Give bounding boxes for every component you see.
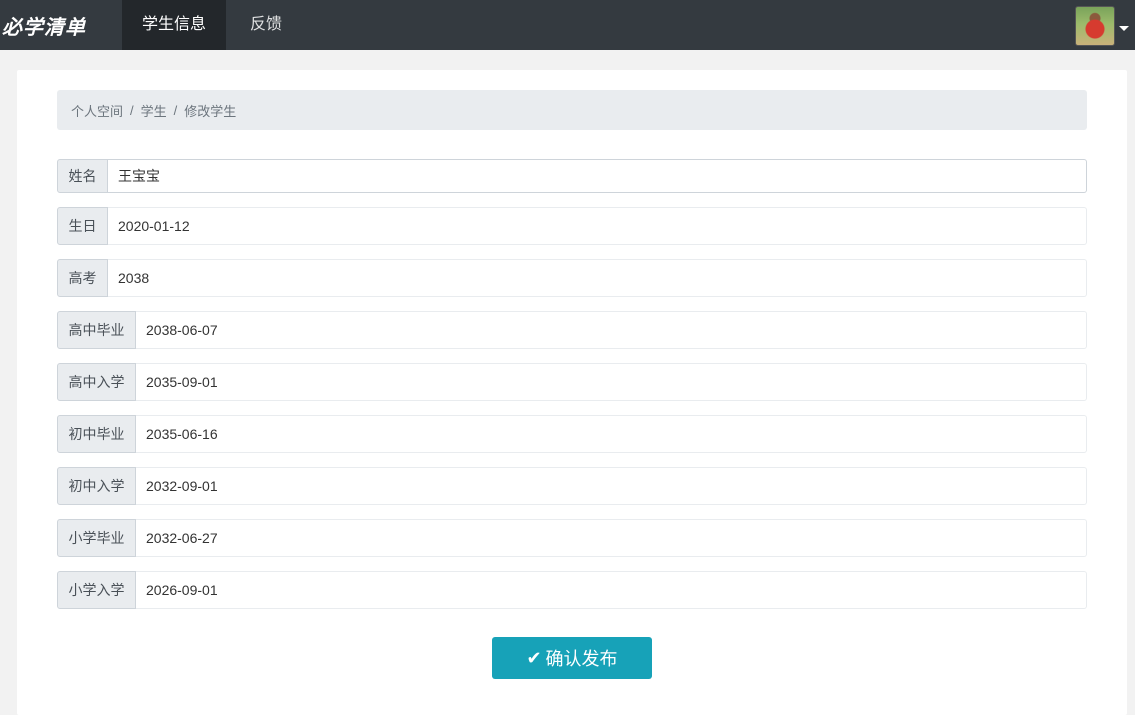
field-label-birthday: 生日 [57,207,108,245]
submit-button[interactable]: ✔ 确认发布 [492,637,652,679]
field-label-primary-school-enrollment: 小学入学 [57,571,136,609]
field-label-name: 姓名 [57,159,108,193]
field-label-middle-school-enrollment: 初中入学 [57,467,136,505]
breadcrumb-separator: / [130,102,134,118]
brand-logo[interactable]: 必学清单 [0,11,122,40]
field-label-middle-school-graduation: 初中毕业 [57,415,136,453]
middle-school-graduation-input[interactable]: 2035-06-16 [136,415,1087,453]
form-row-high-school-graduation: 高中毕业 2038-06-07 [57,311,1087,349]
form-row-middle-school-graduation: 初中毕业 2035-06-16 [57,415,1087,453]
submit-button-label: 确认发布 [545,649,618,669]
primary-school-enrollment-input[interactable]: 2026-09-01 [136,571,1087,609]
breadcrumb-separator: / [173,102,178,118]
form-row-middle-school-enrollment: 初中入学 2032-09-01 [57,467,1087,505]
breadcrumb-item-student[interactable]: 学生 [141,101,167,120]
middle-school-enrollment-input[interactable]: 2032-09-01 [136,467,1087,505]
avatar[interactable] [1075,6,1115,46]
check-icon: ✔ [526,647,542,668]
high-school-graduation-input[interactable]: 2038-06-07 [136,311,1087,349]
field-label-gaokao: 高考 [57,259,108,297]
field-label-primary-school-graduation: 小学毕业 [57,519,136,557]
top-navbar: 必学清单 学生信息 反馈 [0,0,1135,50]
caret-down-icon[interactable] [1119,25,1129,31]
nav-item-student-info[interactable]: 学生信息 [122,0,227,50]
high-school-enrollment-input[interactable]: 2035-09-01 [136,363,1087,401]
form-row-gaokao: 高考 2038 [57,259,1087,297]
primary-school-graduation-input[interactable]: 2032-06-27 [136,519,1087,557]
form-row-high-school-enrollment: 高中入学 2035-09-01 [57,363,1087,401]
gaokao-input[interactable]: 2038 [108,259,1087,297]
form-row-primary-school-graduation: 小学毕业 2032-06-27 [57,519,1087,557]
breadcrumb-item-personal-space[interactable]: 个人空间 [71,101,123,120]
field-label-high-school-graduation: 高中毕业 [57,311,136,349]
user-menu[interactable] [1075,6,1129,46]
main-panel: 个人空间 / 学生 / 修改学生 姓名 王宝宝 生日 2020-01-12 高考… [17,70,1127,715]
form-row-birthday: 生日 2020-01-12 [57,207,1087,245]
birthday-input[interactable]: 2020-01-12 [108,207,1087,245]
form-row-primary-school-enrollment: 小学入学 2026-09-01 [57,571,1087,609]
nav-item-feedback[interactable]: 反馈 [226,0,306,50]
field-label-high-school-enrollment: 高中入学 [57,363,136,401]
name-input[interactable]: 王宝宝 [108,159,1087,193]
form-row-name: 姓名 王宝宝 [57,159,1087,197]
breadcrumb: 个人空间 / 学生 / 修改学生 [57,90,1087,130]
breadcrumb-item-edit-student: 修改学生 [184,103,237,119]
